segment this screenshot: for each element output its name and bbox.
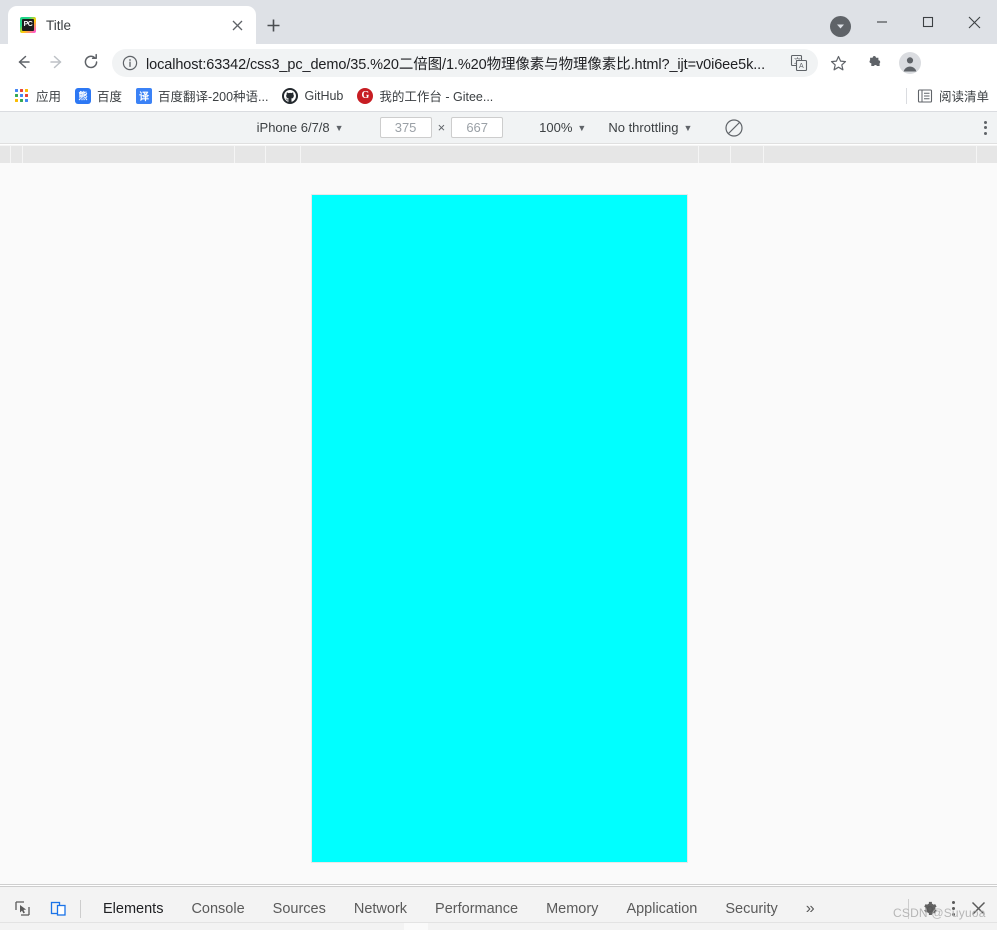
chevron-down-icon: ▼ (577, 122, 587, 133)
bookmark-star-icon[interactable] (824, 49, 852, 77)
bookmark-apps[interactable]: 应用 (8, 84, 67, 108)
chevron-down-icon: ▼ (334, 122, 344, 133)
tab-strip: PC Title (0, 0, 997, 44)
bookmark-label: GitHub (304, 88, 344, 103)
baidu-fanyi-icon: 译 (136, 87, 153, 104)
gitee-icon: G (357, 87, 374, 104)
svg-text:A: A (799, 63, 804, 70)
extensions-puzzle-icon[interactable] (860, 49, 888, 77)
device-toolbar-icon[interactable] (44, 895, 72, 923)
throttling-selector[interactable]: No throttling ▼ (604, 118, 696, 137)
github-icon (282, 87, 299, 104)
address-bar-url: localhost:63342/css3_pc_demo/35.%20二倍图/1… (146, 56, 766, 73)
favicon-glyph: PC (23, 21, 33, 28)
ruler-tick (234, 145, 235, 163)
window-maximize-button[interactable] (905, 0, 951, 44)
viewport-width-input[interactable] (379, 117, 432, 138)
zoom-value: 100% (539, 120, 573, 135)
tab-label: Security (725, 900, 778, 917)
tab-label: Sources (272, 900, 326, 917)
tab-title: Title (46, 17, 72, 33)
bookmark-gitee[interactable]: G 我的工作台 - Gitee... (351, 84, 499, 108)
device-emulation-toolbar: iPhone 6/7/8 ▼ × 100% ▼ No throttling ▼ (0, 112, 997, 144)
ruler-tick (976, 145, 977, 163)
bookmark-label: 百度翻译-200种语... (158, 90, 269, 104)
phpstorm-favicon: PC (20, 17, 36, 33)
bookmarks-divider (905, 87, 907, 104)
viewport-height-input[interactable] (451, 117, 504, 138)
device-toolbar-menu-icon[interactable] (984, 120, 987, 135)
bookmark-label: 应用 (36, 90, 62, 104)
forward-button[interactable] (43, 48, 71, 76)
viewport-ruler (0, 145, 997, 163)
tab-close-icon[interactable] (225, 13, 249, 37)
close-devtools-icon[interactable] (963, 896, 993, 922)
site-info-icon[interactable] (122, 55, 138, 71)
browser-toolbar: localhost:63342/css3_pc_demo/35.%20二倍图/1… (0, 44, 997, 118)
bookmarks-bar: 应用 熊 百度 译 百度翻译-200种语... GitHub G 我的工作台 -… (0, 80, 997, 112)
apps-grid-icon (14, 88, 30, 104)
inspect-element-icon[interactable] (8, 895, 36, 923)
emulation-stage (0, 163, 997, 885)
ruler-tick (10, 145, 11, 163)
tab-label: Elements (103, 900, 164, 917)
device-selector[interactable]: iPhone 6/7/8 ▼ (253, 118, 348, 137)
address-bar[interactable]: localhost:63342/css3_pc_demo/35.%20二倍图/1… (112, 49, 818, 77)
devtools-footer (0, 922, 997, 930)
chevron-down-icon: ▼ (683, 122, 693, 133)
devtools-menu-icon[interactable] (943, 901, 963, 916)
new-tab-button[interactable] (258, 10, 288, 40)
ruler-tick (698, 145, 699, 163)
ruler-tick (22, 145, 23, 163)
bookmark-baidu[interactable]: 熊 百度 (69, 84, 128, 108)
more-tabs-icon[interactable]: » (792, 900, 829, 918)
rotate-device-icon[interactable] (724, 118, 744, 138)
baidu-icon: 熊 (75, 87, 92, 104)
tab-label: Network (353, 900, 408, 917)
throttling-value: No throttling (608, 120, 679, 135)
bookmark-baidu-fanyi[interactable]: 译 百度翻译-200种语... (130, 84, 274, 108)
emulated-viewport[interactable] (312, 195, 687, 862)
back-button[interactable] (9, 48, 37, 76)
devtools-resize-handle[interactable] (404, 923, 428, 930)
reload-button[interactable] (77, 48, 105, 76)
ruler-tick (265, 145, 266, 163)
translate-icon[interactable]: 文 A (790, 54, 808, 72)
reading-list-label: 阅读清单 (938, 90, 989, 104)
dimension-separator: × (437, 120, 446, 135)
tab-label: Application (626, 900, 698, 917)
bookmark-label: 我的工作台 - Gitee... (379, 90, 494, 104)
bookmark-label: 百度 (97, 90, 123, 104)
window-controls (859, 0, 997, 44)
zoom-selector[interactable]: 100% ▼ (535, 118, 590, 137)
gear-icon[interactable] (917, 896, 943, 922)
browser-tab[interactable]: PC Title (8, 6, 256, 44)
reading-list-button[interactable]: 阅读清单 (905, 86, 989, 105)
reading-list-icon (917, 88, 933, 104)
window-minimize-button[interactable] (859, 0, 905, 44)
bookmark-github[interactable]: GitHub (276, 84, 349, 108)
tab-label: Performance (435, 900, 519, 917)
devtools-divider (908, 898, 909, 919)
download-indicator-icon[interactable] (830, 16, 851, 37)
profile-avatar-icon[interactable] (896, 49, 924, 77)
tab-label: Console (191, 900, 245, 917)
ruler-tick (763, 145, 764, 163)
ruler-tick (730, 145, 731, 163)
device-selector-value: iPhone 6/7/8 (256, 120, 330, 135)
window-close-button[interactable] (951, 0, 997, 44)
devtools-divider (80, 899, 81, 918)
tab-label: Memory (546, 900, 599, 917)
cyan-content-box (312, 195, 687, 862)
browser-window: PC Title localhost:63342/css3_pc_demo/35… (0, 0, 997, 930)
ruler-tick (300, 145, 301, 163)
